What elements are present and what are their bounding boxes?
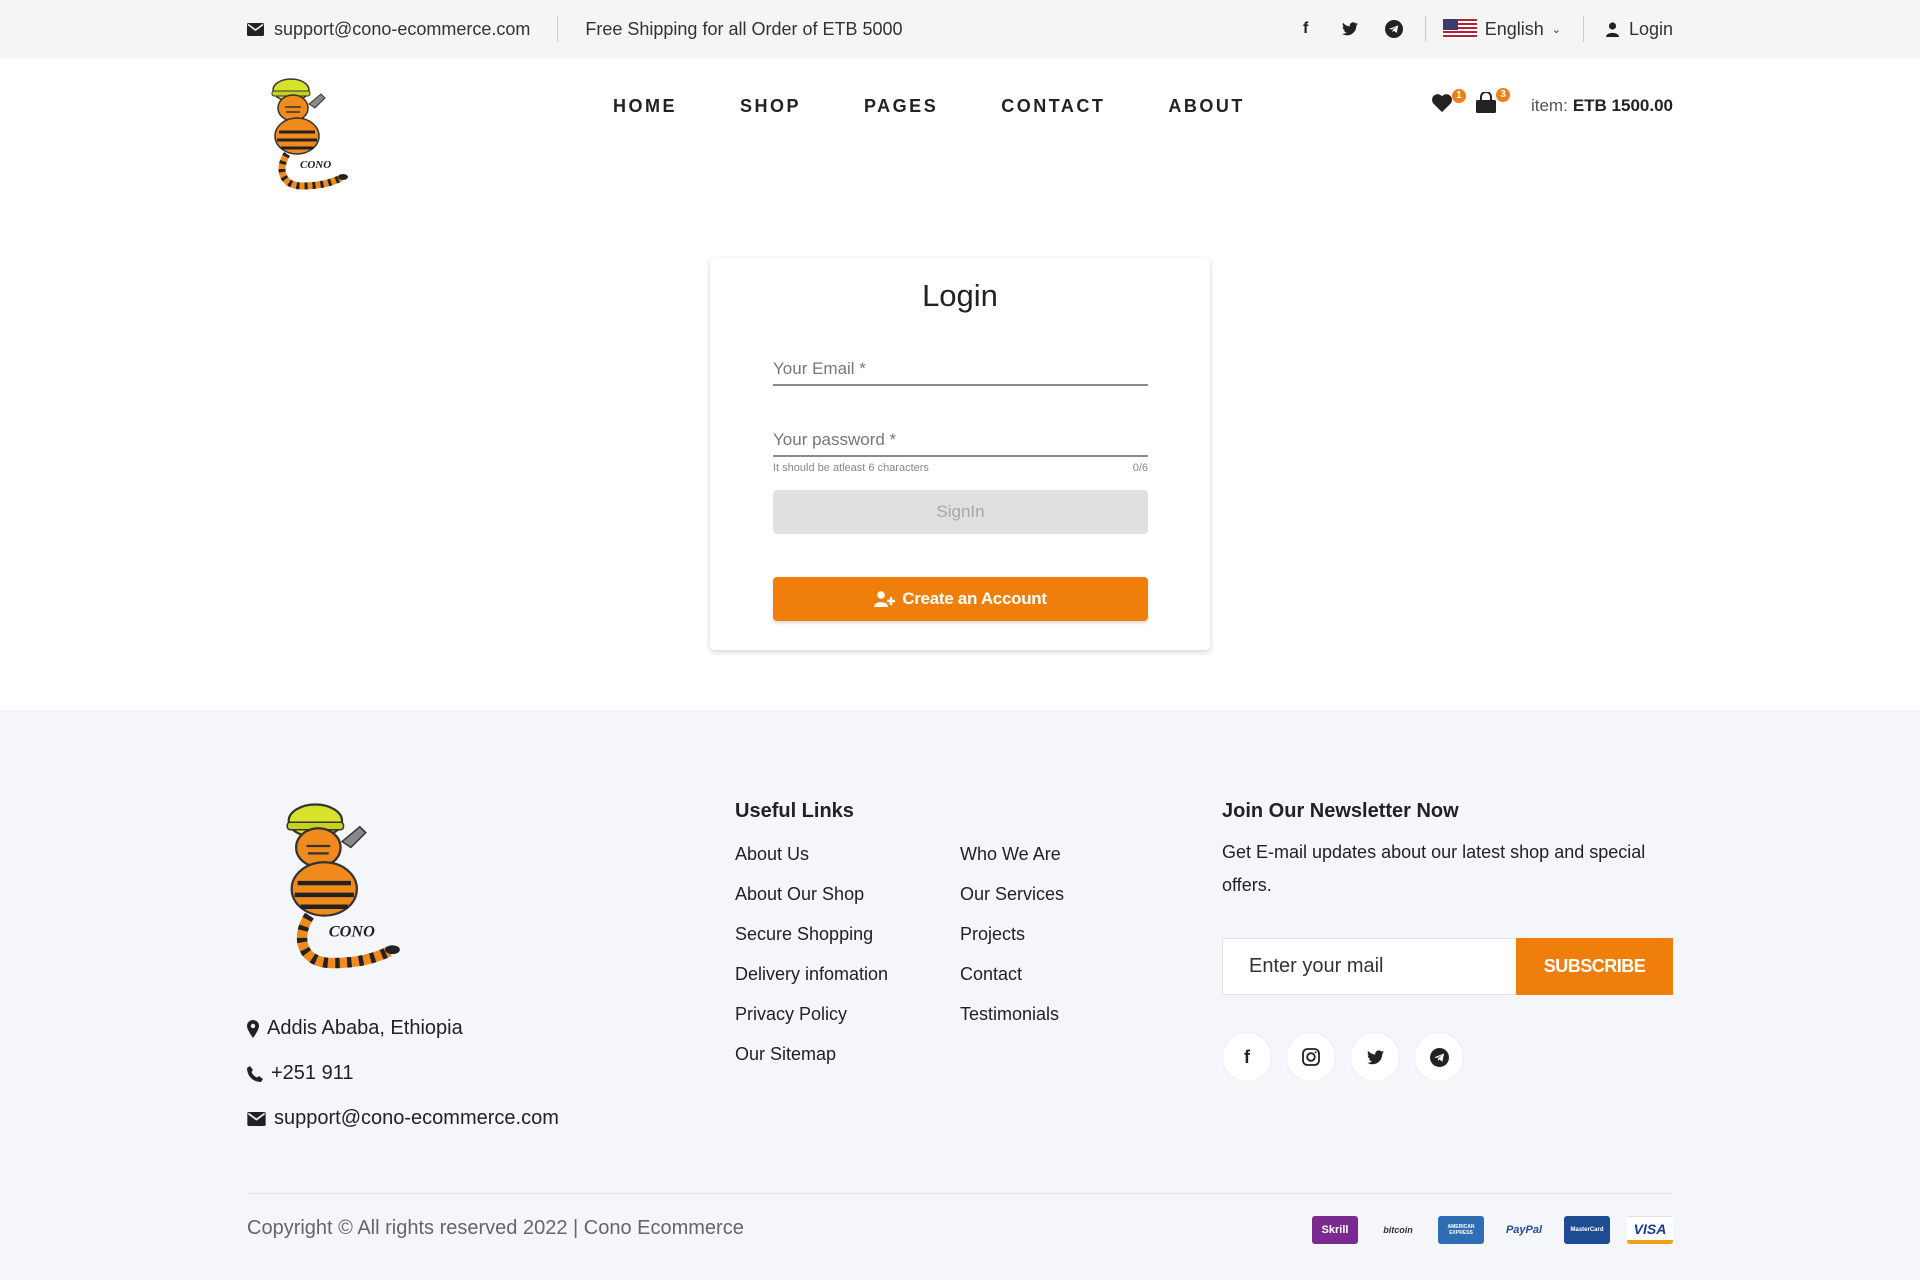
chevron-down-icon: ⌄ [1551, 23, 1561, 36]
envelope-icon [247, 1111, 266, 1126]
language-selector[interactable]: English ⌄ [1442, 18, 1561, 40]
useful-links-title: Useful Links [735, 800, 854, 822]
footer-email[interactable]: support@cono-ecommerce.com [247, 1096, 559, 1141]
footer-link[interactable]: Secure Shopping [735, 920, 888, 960]
site-logo[interactable]: CONO [257, 74, 365, 194]
main-nav: HOME SHOP PAGES CONTACT ABOUT [613, 96, 1245, 117]
password-counter: 0/6 [1132, 462, 1148, 474]
create-account-label: Create an Account [902, 589, 1047, 608]
nav-contact[interactable]: CONTACT [1001, 96, 1105, 117]
footer-contact: Addis Ababa, Ethiopia +251 911 support@c… [247, 1006, 559, 1141]
cart-count-badge: 3 [1495, 88, 1510, 102]
twitter-icon[interactable] [1350, 1032, 1400, 1082]
password-hint-row: It should be atleast 6 characters 0/6 [773, 462, 1148, 474]
email-field[interactable] [773, 350, 1148, 386]
twitter-icon[interactable] [1341, 20, 1359, 38]
footer-link[interactable]: About Our Shop [735, 880, 888, 920]
nav-home[interactable]: HOME [613, 96, 677, 117]
footer-divider [247, 1193, 1673, 1194]
phone-icon [247, 1065, 263, 1082]
address-text: Addis Ababa, Ethiopia [267, 1017, 463, 1039]
top-email-text: support@cono-ecommerce.com [274, 18, 531, 39]
footer-link[interactable]: Our Services [960, 880, 1064, 920]
bitcoin-icon: bitcoin [1383, 1225, 1413, 1235]
heart-icon [1432, 94, 1452, 113]
newsletter-form: SUBSCRIBE [1222, 938, 1673, 995]
useful-links-col2: Who We Are Our Services Projects Contact… [960, 840, 1064, 1040]
subscribe-button[interactable]: SUBSCRIBE [1516, 938, 1673, 995]
divider [1582, 16, 1584, 42]
footer-link[interactable]: Delivery infomation [735, 960, 888, 1000]
copyright: Copyright © All rights reserved 2022 | C… [247, 1217, 744, 1239]
amex-icon: AMERICAN EXPRESS [1438, 1216, 1484, 1244]
skrill-icon: Skrill [1312, 1216, 1358, 1244]
paypal-icon: PayPal [1505, 1224, 1543, 1236]
cart-total: ETB 1500.00 [1572, 95, 1673, 115]
footer-link[interactable]: Who We Are [960, 840, 1064, 880]
newsletter-email-input[interactable] [1222, 938, 1516, 995]
nav-pages[interactable]: PAGES [864, 96, 938, 117]
footer-address: Addis Ababa, Ethiopia [247, 1006, 559, 1051]
facebook-icon[interactable]: f [1297, 20, 1315, 38]
us-flag-icon [1442, 19, 1477, 39]
footer-link[interactable]: Our Sitemap [735, 1040, 888, 1080]
divider [1424, 16, 1426, 42]
phone-text: +251 911 [271, 1062, 354, 1084]
password-hint: It should be atleast 6 characters [773, 462, 929, 474]
svg-text:CONO: CONO [329, 921, 375, 940]
top-bar: support@cono-ecommerce.com Free Shipping… [0, 0, 1920, 58]
footer-link[interactable]: Testimonials [960, 1000, 1064, 1040]
footer-link[interactable]: Projects [960, 920, 1064, 960]
create-account-button[interactable]: Create an Account [773, 577, 1148, 621]
top-login-link[interactable]: Login [1605, 18, 1673, 40]
shopping-bag-icon [1475, 91, 1496, 113]
wishlist-button[interactable]: 1 [1431, 89, 1466, 118]
signin-button[interactable]: SignIn [773, 490, 1148, 534]
telegram-icon[interactable] [1414, 1032, 1464, 1082]
footer-link[interactable]: Contact [960, 960, 1064, 1000]
cart-button[interactable]: 3 [1475, 88, 1510, 119]
cart-area: 1 3 item: ETB 1500.00 [1431, 88, 1673, 119]
user-plus-icon [874, 591, 896, 607]
login-card: Login It should be atleast 6 characters … [710, 258, 1210, 650]
nav-about[interactable]: ABOUT [1168, 96, 1245, 117]
wishlist-count-badge: 1 [1451, 89, 1466, 103]
password-field[interactable] [773, 421, 1148, 457]
shipping-notice: Free Shipping for all Order of ETB 5000 [585, 18, 903, 39]
login-title: Login [922, 278, 998, 313]
telegram-icon[interactable] [1384, 20, 1403, 38]
mastercard-icon: MasterCard [1564, 1216, 1610, 1244]
cart-item-label: item: [1530, 95, 1568, 115]
email-input[interactable] [773, 350, 1148, 382]
payment-methods: Skrill bitcoin AMERICAN EXPRESS PayPal M… [1312, 1216, 1673, 1244]
user-icon [1605, 21, 1619, 37]
login-label: Login [1628, 18, 1673, 39]
password-input[interactable] [773, 421, 1148, 453]
envelope-icon [247, 22, 264, 36]
map-marker-icon [247, 1019, 259, 1038]
instagram-icon[interactable] [1286, 1032, 1336, 1082]
top-email[interactable]: support@cono-ecommerce.com [247, 19, 530, 40]
footer-link[interactable]: Privacy Policy [735, 1000, 888, 1040]
footer-link[interactable]: About Us [735, 840, 888, 880]
visa-icon: VISA [1627, 1216, 1673, 1244]
footer-logo[interactable]: CONO [265, 796, 425, 976]
nav-shop[interactable]: SHOP [740, 96, 801, 117]
svg-text:CONO: CONO [300, 159, 331, 171]
footer-social: f [1222, 1032, 1464, 1082]
newsletter-title: Join Our Newsletter Now [1222, 800, 1459, 822]
useful-links-col1: About Us About Our Shop Secure Shopping … [735, 840, 888, 1080]
facebook-icon[interactable]: f [1222, 1032, 1272, 1082]
footer-email-text: support@cono-ecommerce.com [274, 1107, 559, 1129]
language-label: English [1484, 18, 1544, 39]
divider [557, 16, 559, 42]
newsletter-text: Get E-mail updates about our latest shop… [1222, 842, 1646, 895]
footer-phone[interactable]: +251 911 [247, 1051, 559, 1096]
